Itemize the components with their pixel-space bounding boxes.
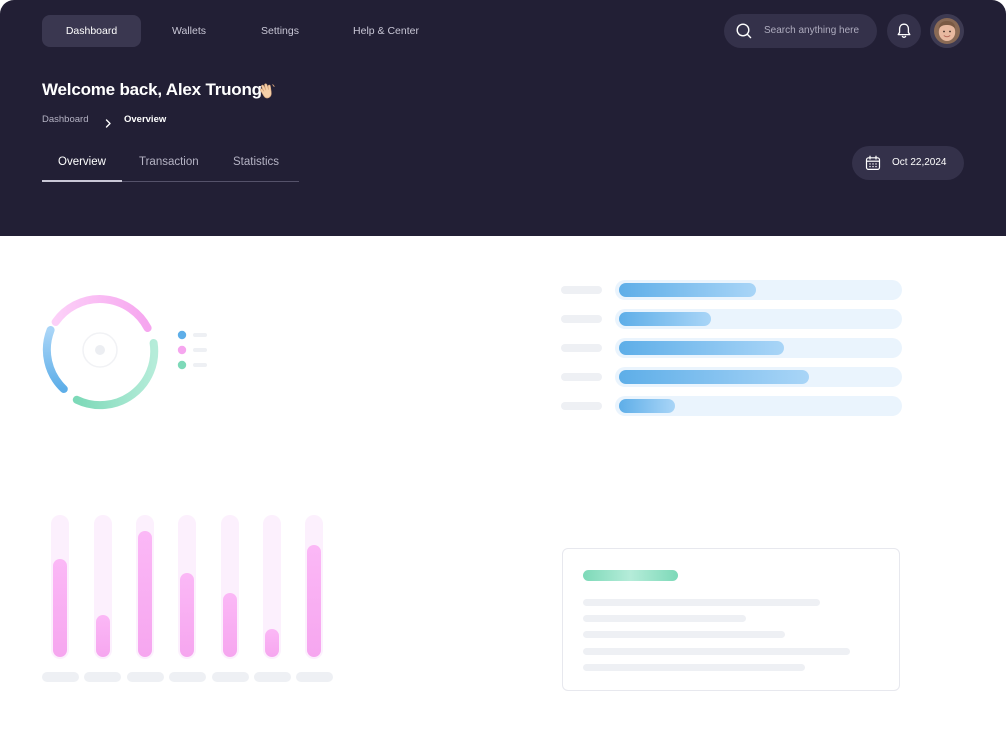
column-label-skeleton [84, 672, 121, 682]
chevron-right-icon [104, 115, 112, 133]
column-label-skeleton [42, 672, 79, 682]
card-line-skeleton [583, 648, 850, 655]
card-line-skeleton [583, 631, 785, 638]
progress-fill [619, 399, 675, 413]
column-fill [223, 593, 237, 657]
notifications-button[interactable] [887, 14, 921, 48]
card-line-skeleton [583, 599, 820, 606]
column-label-skeleton [169, 672, 206, 682]
bell-icon [897, 23, 911, 38]
donut-segment-pink [51, 295, 152, 332]
column-label-skeleton [127, 672, 164, 682]
search-input[interactable]: Search anything here [764, 14, 859, 48]
legend-dot-pink [177, 345, 187, 355]
column-label-skeleton [212, 672, 249, 682]
column-fill [307, 545, 321, 657]
progress-fill [619, 341, 784, 355]
calendar-icon [865, 155, 881, 171]
search-icon [736, 23, 752, 44]
nav-tab-wallets[interactable]: Wallets [160, 15, 218, 47]
card-line-skeleton [583, 615, 746, 622]
breadcrumb-overview: Overview [124, 114, 167, 125]
column-fill [138, 531, 152, 657]
progress-label-skeleton [561, 286, 602, 294]
tab-overview[interactable]: Overview [58, 156, 106, 168]
column-fill [53, 559, 67, 657]
donut-widget [36, 288, 226, 418]
progress-fill [619, 283, 756, 297]
progress-label-skeleton [561, 373, 602, 381]
card-title-skeleton [583, 570, 678, 581]
donut-segment-blue [42, 326, 68, 393]
date-value: Oct 22,2024 [892, 157, 947, 168]
page-title: Welcome back, Alex Truong [42, 80, 262, 99]
avatar[interactable] [930, 14, 964, 48]
column-label-skeleton [254, 672, 291, 682]
active-tab-indicator [42, 180, 122, 182]
column-label-skeleton [296, 672, 333, 682]
legend-dot-green [177, 360, 187, 370]
waving-hand-icon [258, 82, 276, 105]
dashboard-header: Dashboard Wallets Settings Help & Center… [0, 0, 1006, 236]
tab-statistics[interactable]: Statistics [233, 156, 279, 168]
nav-tab-dashboard[interactable]: Dashboard [42, 15, 141, 47]
column-fill [265, 629, 279, 657]
progress-fill [619, 370, 809, 384]
progress-fill [619, 312, 711, 326]
date-picker[interactable]: Oct 22,2024 [852, 146, 964, 180]
tab-transaction[interactable]: Transaction [139, 156, 199, 168]
breadcrumb-dashboard[interactable]: Dashboard [42, 114, 88, 125]
column-fill [180, 573, 194, 657]
donut-segment-green [72, 339, 159, 410]
card-line-skeleton [583, 664, 805, 671]
nav-tab-settings[interactable]: Settings [250, 15, 310, 47]
search-box[interactable]: Search anything here [724, 14, 877, 48]
legend-dot-blue [177, 330, 187, 340]
progress-label-skeleton [561, 315, 602, 323]
info-card [562, 548, 900, 691]
nav-tab-help-center[interactable]: Help & Center [344, 15, 428, 47]
column-fill [96, 615, 110, 657]
progress-label-skeleton [561, 402, 602, 410]
progress-label-skeleton [561, 344, 602, 352]
